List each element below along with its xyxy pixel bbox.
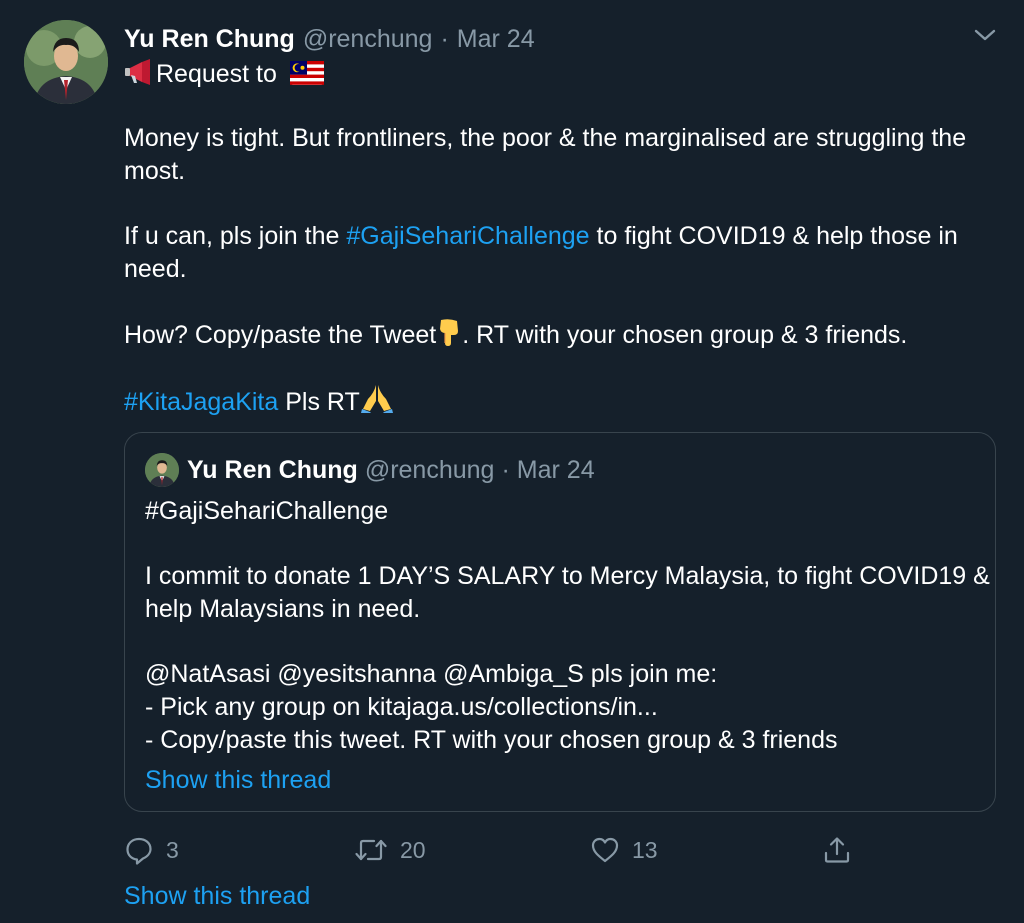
- reply-button[interactable]: 3: [124, 830, 179, 870]
- share-icon: [824, 837, 850, 863]
- like-count: 13: [632, 836, 658, 863]
- retweet-count: 20: [400, 836, 426, 863]
- para4-post: Pls RT: [278, 388, 360, 416]
- like-icon: [591, 837, 619, 863]
- quoted-author-avatar[interactable]: [145, 453, 179, 487]
- quoted-tweet[interactable]: Yu Ren Chung @renchung · Mar 24 #GajiSeh…: [124, 432, 996, 812]
- share-button[interactable]: [822, 830, 852, 870]
- quoted-show-thread-link[interactable]: Show this thread: [145, 764, 331, 797]
- tweet-text-line-1: Request to: [124, 58, 324, 91]
- tweet-text-para1-l2: most.: [124, 157, 186, 185]
- reply-icon: [126, 837, 152, 865]
- quoted-line-5: - Pick any group on kitajaga.us/collecti…: [145, 693, 658, 721]
- author-handle[interactable]: @renchung: [303, 25, 433, 54]
- quoted-separator: ·: [501, 455, 510, 484]
- malaysia-flag-icon: [289, 61, 324, 85]
- like-button[interactable]: 13: [590, 830, 658, 870]
- megaphone-icon: [125, 59, 150, 85]
- quoted-line-6: - Copy/paste this tweet. RT with your ch…: [145, 726, 838, 754]
- point-down-icon: [440, 319, 459, 346]
- tweet-text-para2-l2: need.: [124, 255, 187, 283]
- quoted-author-name[interactable]: Yu Ren Chung: [187, 456, 358, 485]
- para3-pre: How? Copy/paste the Tweet: [124, 321, 437, 349]
- retweet-icon: [355, 839, 387, 861]
- quoted-author-handle[interactable]: @renchung: [365, 456, 495, 485]
- quoted-header: Yu Ren Chung @renchung · Mar 24: [187, 453, 595, 487]
- tweet-text-para1-l1: Money is tight. But frontliners, the poo…: [124, 124, 967, 152]
- para2-pre: If u can, pls join the: [124, 222, 347, 250]
- request-text: Request to: [156, 60, 277, 88]
- tweet-text-para4: #KitaJagaKita Pls RT: [124, 383, 394, 419]
- author-name[interactable]: Yu Ren Chung: [124, 25, 295, 54]
- para3-post: . RT with your chosen group & 3 friends.: [462, 321, 908, 349]
- quoted-line-1: #GajiSehariChallenge: [145, 497, 389, 525]
- author-avatar[interactable]: [24, 20, 108, 104]
- hashtag-gajisehari[interactable]: #GajiSehariChallenge: [346, 222, 589, 250]
- quoted-line-4: @NatAsasi @yesitshanna @Ambiga_S pls joi…: [145, 660, 718, 688]
- para2-post: to fight COVID19 & help those in: [589, 222, 958, 250]
- hashtag-kitajagakita[interactable]: #KitaJagaKita: [124, 388, 278, 416]
- chevron-down-icon[interactable]: [972, 24, 998, 46]
- quoted-date[interactable]: Mar 24: [517, 456, 595, 485]
- show-thread-link[interactable]: Show this thread: [124, 882, 310, 911]
- retweet-button[interactable]: 20: [354, 830, 426, 870]
- pray-icon: [360, 385, 393, 413]
- action-bar: 3 20 13: [124, 830, 864, 870]
- tweet-text-para3: How? Copy/paste the Tweet . RT with your…: [124, 318, 907, 352]
- tweet-date[interactable]: Mar 24: [457, 25, 535, 54]
- header-separator: ·: [440, 24, 449, 53]
- quoted-line-3: help Malaysians in need.: [145, 595, 421, 623]
- quoted-line-2: I commit to donate 1 DAY’S SALARY to Mer…: [145, 562, 990, 590]
- reply-count: 3: [166, 836, 179, 863]
- tweet-text-para2-l1: If u can, pls join the #GajiSehariChalle…: [124, 220, 958, 253]
- tweet-header: Yu Ren Chung @renchung · Mar 24: [124, 22, 535, 56]
